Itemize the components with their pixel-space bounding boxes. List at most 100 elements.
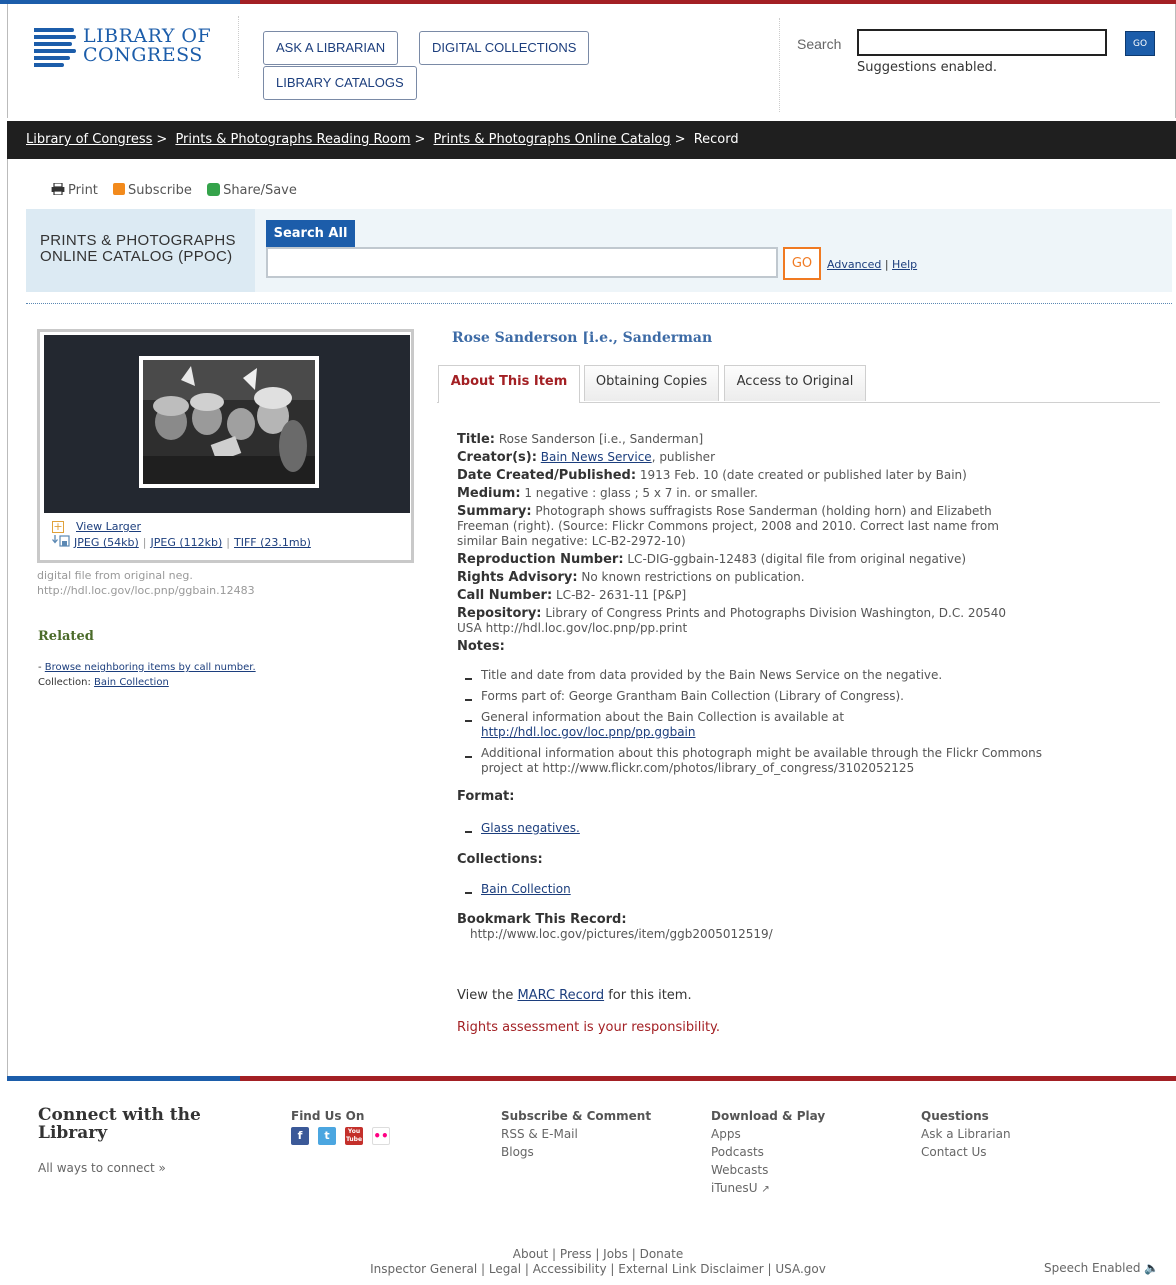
advanced-search-link[interactable]: Advanced	[827, 258, 881, 271]
loc-logo-icon	[34, 28, 76, 68]
ppoc-title-line-2: ONLINE CATALOG (PPOC)	[40, 248, 233, 265]
nav-digital-collections[interactable]: DIGITAL COLLECTIONS	[419, 31, 590, 65]
breadcrumb-reading-room[interactable]: Prints & Photographs Reading Room	[175, 132, 410, 147]
footer-link-apps[interactable]: Apps	[711, 1125, 825, 1143]
expand-icon: +	[52, 520, 64, 533]
related-list: - Browse neighboring items by call numbe…	[38, 662, 256, 688]
download-jpeg-large[interactable]: JPEG (112kb)	[151, 536, 223, 549]
footer-link-itunesu-row[interactable]: iTunesU ↗	[711, 1179, 825, 1199]
record-details: Title: Rose Sanderson [i.e., Sanderman] …	[457, 432, 1057, 942]
tab-about-this-item[interactable]: About This Item	[438, 365, 580, 403]
notes-list: Title and date from data provided by the…	[457, 668, 1057, 776]
field-label: Summary:	[457, 504, 532, 519]
field-label: Creator(s):	[457, 450, 537, 465]
format-item: Glass negatives.	[457, 821, 1057, 836]
divider	[238, 16, 239, 78]
questions-column: Questions Ask a Librarian Contact Us	[921, 1107, 1011, 1161]
image-backdrop	[44, 335, 410, 513]
download-heading: Download & Play	[711, 1109, 826, 1123]
footer-link-webcasts[interactable]: Webcasts	[711, 1161, 825, 1179]
footer-link-contact-us[interactable]: Contact Us	[921, 1143, 1011, 1161]
youtube-icon[interactable]: You Tube	[345, 1127, 363, 1145]
field-label: Date Created/Published:	[457, 468, 637, 483]
bain-collection-info-link[interactable]: http://hdl.loc.gov/loc.pnp/pp.ggbain	[481, 725, 696, 739]
site-search-input[interactable]	[857, 29, 1107, 56]
ppoc-search-band: PRINTS & PHOTOGRAPHS ONLINE CATALOG (PPO…	[26, 209, 1172, 292]
field-value-creator-role: , publisher	[651, 450, 715, 464]
record-photo[interactable]	[139, 356, 319, 488]
record-tabs: About This Item Obtaining Copies Access …	[437, 365, 1160, 403]
footer-link-blogs[interactable]: Blogs	[501, 1143, 651, 1161]
footer-link-rss[interactable]: RSS & E-Mail	[501, 1125, 651, 1143]
image-caption-line-1: digital file from original neg.	[37, 569, 193, 582]
ppoc-links: Advanced | Help	[827, 258, 918, 271]
share-toolbar: Print Subscribe Share/Save	[51, 181, 308, 198]
subscribe-column: Subscribe & Comment RSS & E-Mail Blogs	[501, 1107, 651, 1161]
nav-library-catalogs[interactable]: LIBRARY CATALOGS	[263, 66, 417, 100]
footer-link-podcasts[interactable]: Podcasts	[711, 1143, 825, 1161]
image-links: + View Larger JPEG (54kb) | JPEG (112kb) | TI…	[52, 520, 311, 549]
print-label: Print	[68, 183, 98, 198]
collections-heading: Collections:	[457, 852, 543, 867]
field-value-medium: 1 negative : glass ; 5 x 7 in. or smalle…	[524, 486, 758, 500]
speech-enabled[interactable]: Speech Enabled 🔈	[1044, 1261, 1159, 1275]
image-caption-line-2: http://hdl.loc.gov/loc.pnp/ggbain.12483	[37, 584, 255, 597]
twitter-icon[interactable]: t	[318, 1127, 336, 1145]
site-search-go-button[interactable]: GO	[1125, 31, 1155, 56]
footer-link-itunesu: iTunesU	[711, 1181, 758, 1195]
collections-link[interactable]: Bain Collection	[481, 882, 571, 896]
browse-neighbors-link[interactable]: Browse neighboring items by call number.	[45, 662, 256, 673]
share-save-button[interactable]: Share/Save	[207, 183, 297, 198]
related-heading: Related	[38, 629, 94, 644]
field-value-rights: No known restrictions on publication.	[581, 570, 805, 584]
format-link[interactable]: Glass negatives.	[481, 821, 580, 835]
section-divider	[26, 303, 1172, 304]
creator-link[interactable]: Bain News Service	[541, 450, 652, 464]
footer-link-ask-librarian[interactable]: Ask a Librarian	[921, 1125, 1011, 1143]
breadcrumb-loc[interactable]: Library of Congress	[26, 132, 152, 147]
footer-links-line-1[interactable]: About | Press | Jobs | Donate	[0, 1247, 1176, 1262]
marc-suffix: for this item.	[608, 988, 692, 1003]
download-tiff[interactable]: TIFF (23.1mb)	[234, 536, 311, 549]
search-all-tab[interactable]: Search All	[266, 220, 355, 247]
ppoc-search-input[interactable]	[266, 247, 778, 278]
flickr-icon[interactable]: ••	[372, 1127, 390, 1145]
logo-line-2: CONGRESS	[83, 44, 203, 66]
field-value-reproduction: LC-DIG-ggbain-12483 (digital file from o…	[627, 552, 967, 566]
speech-label: Speech Enabled	[1044, 1261, 1141, 1275]
print-icon	[51, 183, 65, 195]
share-save-label: Share/Save	[223, 183, 297, 198]
bookmark-url[interactable]: http://www.loc.gov/pictures/item/ggb2005…	[457, 927, 1057, 942]
find-us-column: Find Us On f t You Tube ••	[291, 1107, 399, 1145]
print-button[interactable]: Print	[51, 183, 102, 198]
breadcrumb: Library of Congress > Prints & Photograph…	[7, 121, 1176, 159]
tab-access-to-original[interactable]: Access to Original	[724, 365, 866, 401]
nav-ask-librarian[interactable]: ASK A LIBRARIAN	[263, 31, 399, 65]
all-ways-to-connect-link[interactable]: All ways to connect »	[38, 1161, 166, 1175]
external-link-icon: ↗	[761, 1184, 770, 1195]
help-link[interactable]: Help	[892, 258, 917, 271]
ppoc-title[interactable]: PRINTS & PHOTOGRAPHS ONLINE CATALOG (PPO…	[26, 209, 255, 292]
tab-obtaining-copies[interactable]: Obtaining Copies	[584, 365, 719, 401]
breadcrumb-online-catalog[interactable]: Prints & Photographs Online Catalog	[434, 132, 671, 147]
facebook-icon[interactable]: f	[291, 1127, 309, 1145]
marc-record-link[interactable]: MARC Record	[517, 988, 604, 1003]
subscribe-button[interactable]: Subscribe	[113, 183, 196, 198]
field-label: Title:	[457, 432, 496, 447]
ppoc-go-button[interactable]: GO	[783, 247, 821, 280]
related-collection-link[interactable]: Bain Collection	[94, 677, 169, 688]
speaker-icon: 🔈	[1144, 1261, 1160, 1275]
search-label: Search	[797, 36, 842, 52]
footer-links-line-2[interactable]: Inspector General | Legal | Accessibilit…	[0, 1262, 1176, 1277]
breadcrumb-separator: >	[414, 132, 426, 147]
view-larger-link[interactable]: View Larger	[76, 520, 141, 533]
connect-heading: Connect with the Library	[38, 1105, 201, 1143]
download-column: Download & Play Apps Podcasts Webcasts i…	[711, 1107, 825, 1199]
download-jpeg-small[interactable]: JPEG (54kb)	[74, 536, 139, 549]
site-header: LIBRARY OF CONGRESS ASK A LIBRARIAN DIGI…	[7, 4, 1176, 118]
loc-logo[interactable]: LIBRARY OF CONGRESS	[34, 26, 214, 70]
record-title: Rose Sanderson [i.e., Sanderman	[452, 330, 713, 346]
field-label: Medium:	[457, 486, 521, 501]
field-value-call-number: LC-B2- 2631-11 [P&P]	[556, 588, 687, 602]
ppoc-title-line-1: PRINTS & PHOTOGRAPHS	[40, 232, 236, 249]
